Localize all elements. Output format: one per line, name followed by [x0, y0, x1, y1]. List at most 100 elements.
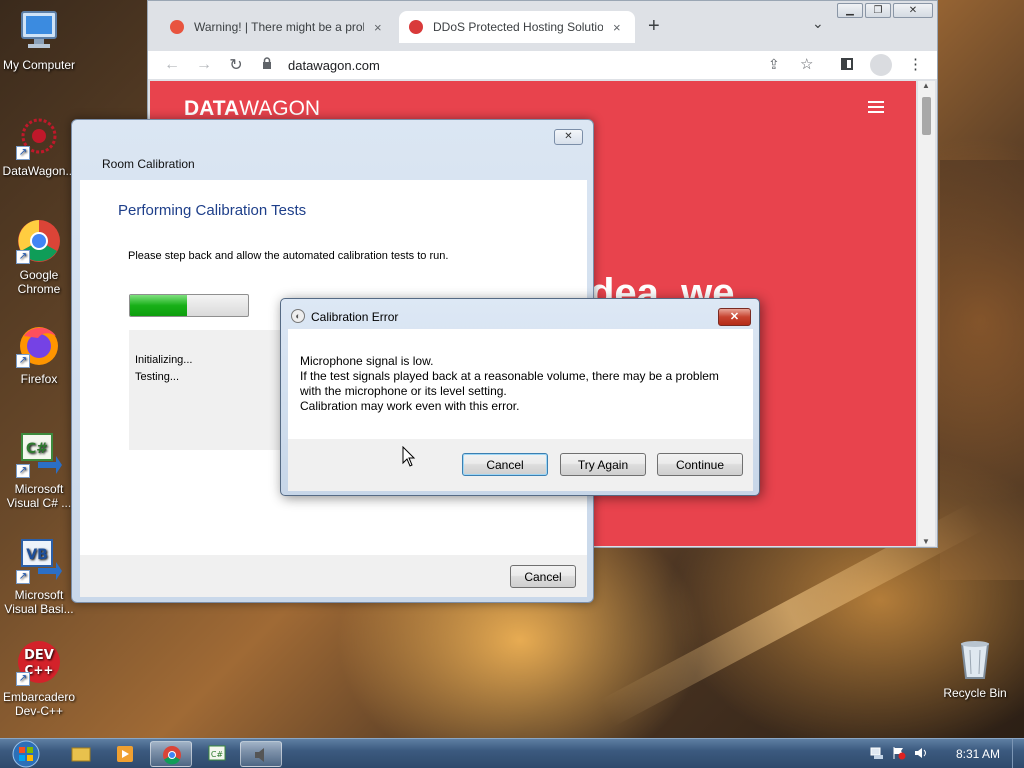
hamburger-menu-icon[interactable] [868, 101, 884, 113]
logo-light: WAGON [239, 97, 321, 120]
calibration-progress-bar [129, 294, 249, 317]
page-scrollbar[interactable]: ▲ ▼ [918, 81, 935, 546]
menu-kebab-icon[interactable]: ⋮ [908, 55, 923, 73]
tab-close-icon[interactable]: × [613, 20, 621, 35]
visual-csharp-icon: C# ↗ [16, 432, 62, 478]
close-button[interactable]: ✕ [554, 129, 583, 145]
chrome-icon [163, 746, 181, 765]
scrollbar-thumb[interactable] [922, 97, 931, 135]
desktop-icon-label: My Computer [2, 58, 76, 72]
message-line: Microphone signal is low. [300, 354, 434, 368]
taskbar-speech-recognition[interactable] [240, 741, 282, 767]
desktop-icon-devcpp[interactable]: DEV C++ ↗ Embarcadero Dev-C++ [0, 640, 78, 718]
desktop-icon-recycle-bin[interactable]: Recycle Bin [936, 636, 1014, 700]
recycle-bin-icon [952, 636, 998, 682]
continue-button[interactable]: Continue [657, 453, 743, 476]
svg-text:C#: C# [26, 441, 48, 457]
desktop-icon-google-chrome[interactable]: ↗ Google Chrome [0, 218, 78, 296]
window-controls: ▁ ❐ ✕ [837, 3, 933, 18]
tab-close-icon[interactable]: × [374, 20, 382, 35]
start-button[interactable] [6, 740, 46, 768]
desktop-icon-label: Google Chrome [17, 268, 61, 296]
devcpp-icon: DEV C++ ↗ [16, 640, 62, 686]
volume-icon[interactable] [914, 746, 928, 763]
side-panel-icon[interactable] [841, 58, 853, 70]
instruction-text: Please step back and allow the automated… [128, 250, 449, 262]
error-message: Microphone signal is low. If the test si… [300, 354, 719, 414]
wizard-footer: Cancel [80, 555, 587, 597]
tab-strip: Warning! | There might be a prob × DDoS … [148, 1, 937, 51]
progress-fill [130, 295, 187, 316]
forward-icon[interactable]: → [188, 56, 220, 74]
shortcut-arrow-icon: ↗ [16, 464, 30, 478]
speech-recognition-icon: ◐ [291, 309, 305, 323]
shortcut-arrow-icon: ↗ [16, 146, 30, 160]
clock[interactable]: 8:31 AM [956, 747, 1000, 761]
try-again-button[interactable]: Try Again [560, 453, 646, 476]
favicon-icon [170, 20, 184, 34]
desktop-icon-label: DataWagon... [2, 164, 76, 178]
desktop-icon-datawagon[interactable]: ↗ DataWagon... [0, 114, 78, 178]
desktop-icon-firefox[interactable]: ↗ Firefox [0, 322, 78, 386]
lock-icon [262, 56, 272, 74]
media-player-icon [117, 746, 133, 762]
dialog-footer: Cancel Try Again Continue [288, 439, 753, 491]
action-center-flag-icon[interactable] [892, 746, 906, 763]
desktop-icon-label: Recycle Bin [943, 686, 1007, 700]
log-line: Initializing... [135, 354, 193, 366]
desktop-icon-visual-csharp[interactable]: C# ↗ Microsoft Visual C# ... [0, 432, 78, 510]
cancel-button[interactable]: Cancel [510, 565, 576, 588]
dialog-title: Calibration Error [311, 310, 399, 324]
tab-title: Warning! | There might be a prob [194, 20, 364, 34]
datawagon-icon: ↗ [16, 114, 62, 160]
tab-title: DDoS Protected Hosting Solution [433, 20, 603, 34]
scroll-up-icon[interactable]: ▲ [922, 81, 930, 90]
minimize-button[interactable]: ▁ [837, 3, 863, 18]
system-tray: 8:31 AM [870, 739, 1014, 768]
network-icon[interactable] [870, 746, 884, 763]
status-log: Initializing... Testing... [129, 330, 289, 450]
reload-icon[interactable]: ↻ [220, 55, 252, 75]
desktop-icon-my-computer[interactable]: My Computer [0, 8, 78, 72]
svg-text:DEV: DEV [24, 648, 54, 663]
bookmark-star-icon[interactable]: ☆ [800, 55, 813, 73]
firefox-icon: ↗ [16, 322, 62, 368]
share-icon[interactable]: ⇪ [768, 56, 780, 73]
tab-search-button[interactable]: ⌄ [812, 15, 824, 32]
desktop-icon-label: Firefox [20, 372, 58, 386]
shortcut-arrow-icon: ↗ [16, 672, 30, 686]
svg-text:C#: C# [211, 750, 224, 759]
tab-ddos-hosting[interactable]: DDoS Protected Hosting Solution × [399, 11, 635, 43]
close-button[interactable]: ✕ [718, 308, 751, 326]
desktop-icon-label: Microsoft Visual Basi... [4, 588, 74, 616]
cancel-button[interactable]: Cancel [462, 453, 548, 476]
message-line: If the test signals played back at a rea… [300, 369, 719, 383]
address-bar[interactable]: datawagon.com [288, 58, 380, 73]
taskbar-visual-csharp[interactable]: C# [196, 741, 238, 767]
visual-basic-icon: VB ↗ [16, 538, 62, 584]
profile-avatar-icon[interactable] [870, 54, 892, 76]
site-logo[interactable]: DATAWAGON [184, 97, 320, 121]
back-icon[interactable]: ← [156, 56, 188, 74]
svg-text:VB: VB [26, 547, 48, 563]
favicon-icon [409, 20, 423, 34]
message-line: with the microphone or its level setting… [300, 384, 507, 398]
desktop-icon-label: Microsoft Visual C# ... [6, 482, 72, 510]
dialog-body: Microphone signal is low. If the test si… [288, 329, 753, 439]
tab-warning[interactable]: Warning! | There might be a prob × [160, 11, 396, 43]
scroll-down-icon[interactable]: ▼ [922, 537, 930, 546]
show-desktop-button[interactable] [1012, 739, 1024, 768]
maximize-button[interactable]: ❐ [865, 3, 891, 18]
page-heading: Performing Calibration Tests [118, 202, 307, 219]
close-button[interactable]: ✕ [893, 3, 933, 18]
window-title: Room Calibration [102, 157, 195, 171]
taskbar-chrome[interactable] [150, 741, 192, 767]
new-tab-button[interactable]: + [648, 15, 660, 38]
mouse-cursor-icon [402, 445, 416, 473]
browser-toolbar: ← → ↻ datawagon.com ⇪ ☆ ⋮ [148, 51, 937, 79]
taskbar-media-player[interactable] [104, 741, 146, 767]
desktop-icon-visual-basic[interactable]: VB ↗ Microsoft Visual Basi... [0, 538, 78, 616]
taskbar-explorer[interactable] [60, 741, 102, 767]
shortcut-arrow-icon: ↗ [16, 354, 30, 368]
visual-csharp-icon: C# [208, 745, 226, 761]
